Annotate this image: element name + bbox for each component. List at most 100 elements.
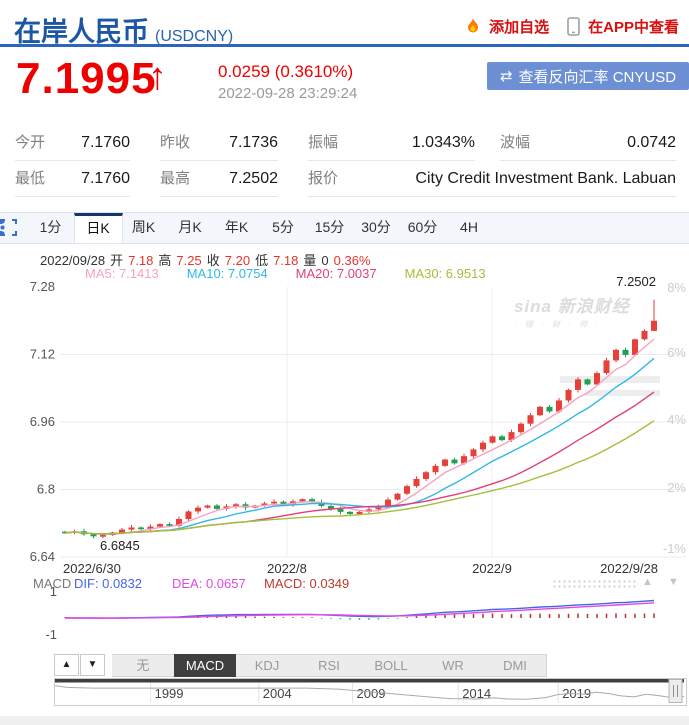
period-tab-日K[interactable]: 日K xyxy=(74,213,123,243)
period-tab-15分[interactable]: 15分 xyxy=(306,213,353,242)
stat-label: 报价 xyxy=(308,166,338,192)
more-options-icon[interactable] xyxy=(0,219,5,236)
x-axis-tick: 2022/6/30 xyxy=(63,561,121,575)
candle-body[interactable] xyxy=(404,486,410,494)
candle-body[interactable] xyxy=(214,506,220,509)
macd-bar xyxy=(492,614,494,618)
candle-body[interactable] xyxy=(518,424,524,432)
candle-body[interactable] xyxy=(613,350,619,361)
period-tab-月K[interactable]: 月K xyxy=(167,213,214,242)
stat-label: 今开 xyxy=(15,130,45,156)
navigator-scroll-handle[interactable] xyxy=(669,680,682,703)
period-tab-年K[interactable]: 年K xyxy=(213,213,260,242)
candle-body[interactable] xyxy=(186,511,192,519)
candle-body[interactable] xyxy=(604,360,610,373)
scroll-down-button[interactable]: ▼ xyxy=(80,654,105,676)
period-tab-周K[interactable]: 周K xyxy=(120,213,167,242)
stat-cell-最高: 最高7.2502 xyxy=(160,166,278,197)
candle-body[interactable] xyxy=(528,415,534,423)
candle-body[interactable] xyxy=(480,443,486,450)
navigator-selected-range[interactable] xyxy=(55,679,684,683)
candlestick-chart[interactable]: 7.287.126.966.86.648%6%4%2%-1%7.25026.68… xyxy=(0,270,689,575)
indicator-tab-KDJ[interactable]: KDJ xyxy=(236,654,299,677)
candle-body[interactable] xyxy=(585,379,591,384)
macd-bar xyxy=(520,614,522,618)
stat-cell-最低: 最低7.1760 xyxy=(15,166,130,197)
period-tab-5分[interactable]: 5分 xyxy=(260,213,307,242)
candle-body[interactable] xyxy=(195,508,201,512)
candle-body[interactable] xyxy=(471,449,477,456)
candle-body[interactable] xyxy=(395,494,401,500)
y-axis-tick: 7.12 xyxy=(30,347,55,362)
scroll-up-button[interactable]: ▲ xyxy=(54,654,79,676)
macd-bar xyxy=(292,617,294,618)
candle-body[interactable] xyxy=(157,524,163,527)
up-arrow-icon: ↑ xyxy=(148,56,167,99)
macd-bar xyxy=(359,618,361,620)
candle-body[interactable] xyxy=(338,509,344,512)
candle-body[interactable] xyxy=(129,527,135,529)
macd-bar xyxy=(254,616,256,618)
macd-bar xyxy=(549,614,551,618)
indicator-tab-BOLL[interactable]: BOLL xyxy=(360,654,423,677)
candle-body[interactable] xyxy=(300,499,306,501)
period-tab-1分[interactable]: 1分 xyxy=(27,213,74,242)
candle-body[interactable] xyxy=(414,479,420,486)
add-watchlist-button[interactable]: 添加自选 xyxy=(489,16,549,37)
period-tab-30分[interactable]: 30分 xyxy=(353,213,400,242)
candle-body[interactable] xyxy=(100,535,106,537)
indicator-tab-MACD[interactable]: MACD xyxy=(174,654,237,677)
indicator-tab-WR[interactable]: WR xyxy=(422,654,485,677)
pct-axis-tick: 6% xyxy=(667,345,686,360)
candle-body[interactable] xyxy=(91,534,97,536)
macd-bar xyxy=(283,617,285,618)
stat-label: 波幅 xyxy=(500,130,530,156)
period-tab-4H[interactable]: 4H xyxy=(446,213,493,242)
period-tab-60分[interactable]: 60分 xyxy=(399,213,446,242)
macd-bar xyxy=(577,613,579,618)
high-annotation: 7.2502 xyxy=(616,274,656,289)
navigator-chart[interactable]: 19992004200920142019 xyxy=(55,679,686,705)
macd-bar xyxy=(302,617,304,618)
candle-body[interactable] xyxy=(490,436,496,442)
candle-body[interactable] xyxy=(632,339,638,355)
candle-body[interactable] xyxy=(651,321,657,331)
reverse-rate-button[interactable]: ⇄ 查看反向汇率 CNYUSD xyxy=(487,62,689,90)
macd-bar xyxy=(416,616,418,618)
instrument-symbol: (USDCNY) xyxy=(155,28,233,45)
macd-bar xyxy=(454,614,456,618)
candle-body[interactable] xyxy=(499,436,505,440)
indicator-tab-RSI[interactable]: RSI xyxy=(298,654,361,677)
candle-body[interactable] xyxy=(537,407,543,415)
macd-y-bottom: -1 xyxy=(45,627,57,642)
stat-value: 7.1760 xyxy=(81,166,130,192)
candle-body[interactable] xyxy=(271,502,277,504)
indicator-tab-DMI[interactable]: DMI xyxy=(484,654,547,677)
candle-body[interactable] xyxy=(347,512,353,514)
macd-chart[interactable]: 1-1 xyxy=(0,575,689,653)
macd-bar xyxy=(530,614,532,618)
pct-axis-tick: 4% xyxy=(667,412,686,427)
candle-body[interactable] xyxy=(423,472,429,479)
candle-body[interactable] xyxy=(623,350,629,355)
candle-body[interactable] xyxy=(566,390,572,401)
candle-body[interactable] xyxy=(357,512,363,514)
candle-body[interactable] xyxy=(138,527,144,529)
macd-bar xyxy=(330,618,332,619)
macd-bar xyxy=(653,613,655,618)
candle-body[interactable] xyxy=(205,506,211,508)
candle-body[interactable] xyxy=(547,407,553,412)
candle-body[interactable] xyxy=(642,331,648,339)
candle-body[interactable] xyxy=(575,379,581,390)
indicator-tab-无[interactable]: 无 xyxy=(112,654,175,677)
stat-cell-昨收: 昨收7.1736 xyxy=(160,130,278,161)
candle-body[interactable] xyxy=(385,500,391,506)
candle-body[interactable] xyxy=(442,460,448,466)
candle-body[interactable] xyxy=(433,466,439,472)
macd-bar xyxy=(273,617,275,618)
candle-body[interactable] xyxy=(594,373,600,384)
view-in-app-button[interactable]: 在APP中查看 xyxy=(588,16,679,37)
candle-body[interactable] xyxy=(452,460,458,464)
candle-body[interactable] xyxy=(119,530,125,533)
usdcny-quote-page: 在岸人民币(USDCNY) 添加自选 在APP中查看 7.1995 ↑ 0.02… xyxy=(0,0,689,725)
